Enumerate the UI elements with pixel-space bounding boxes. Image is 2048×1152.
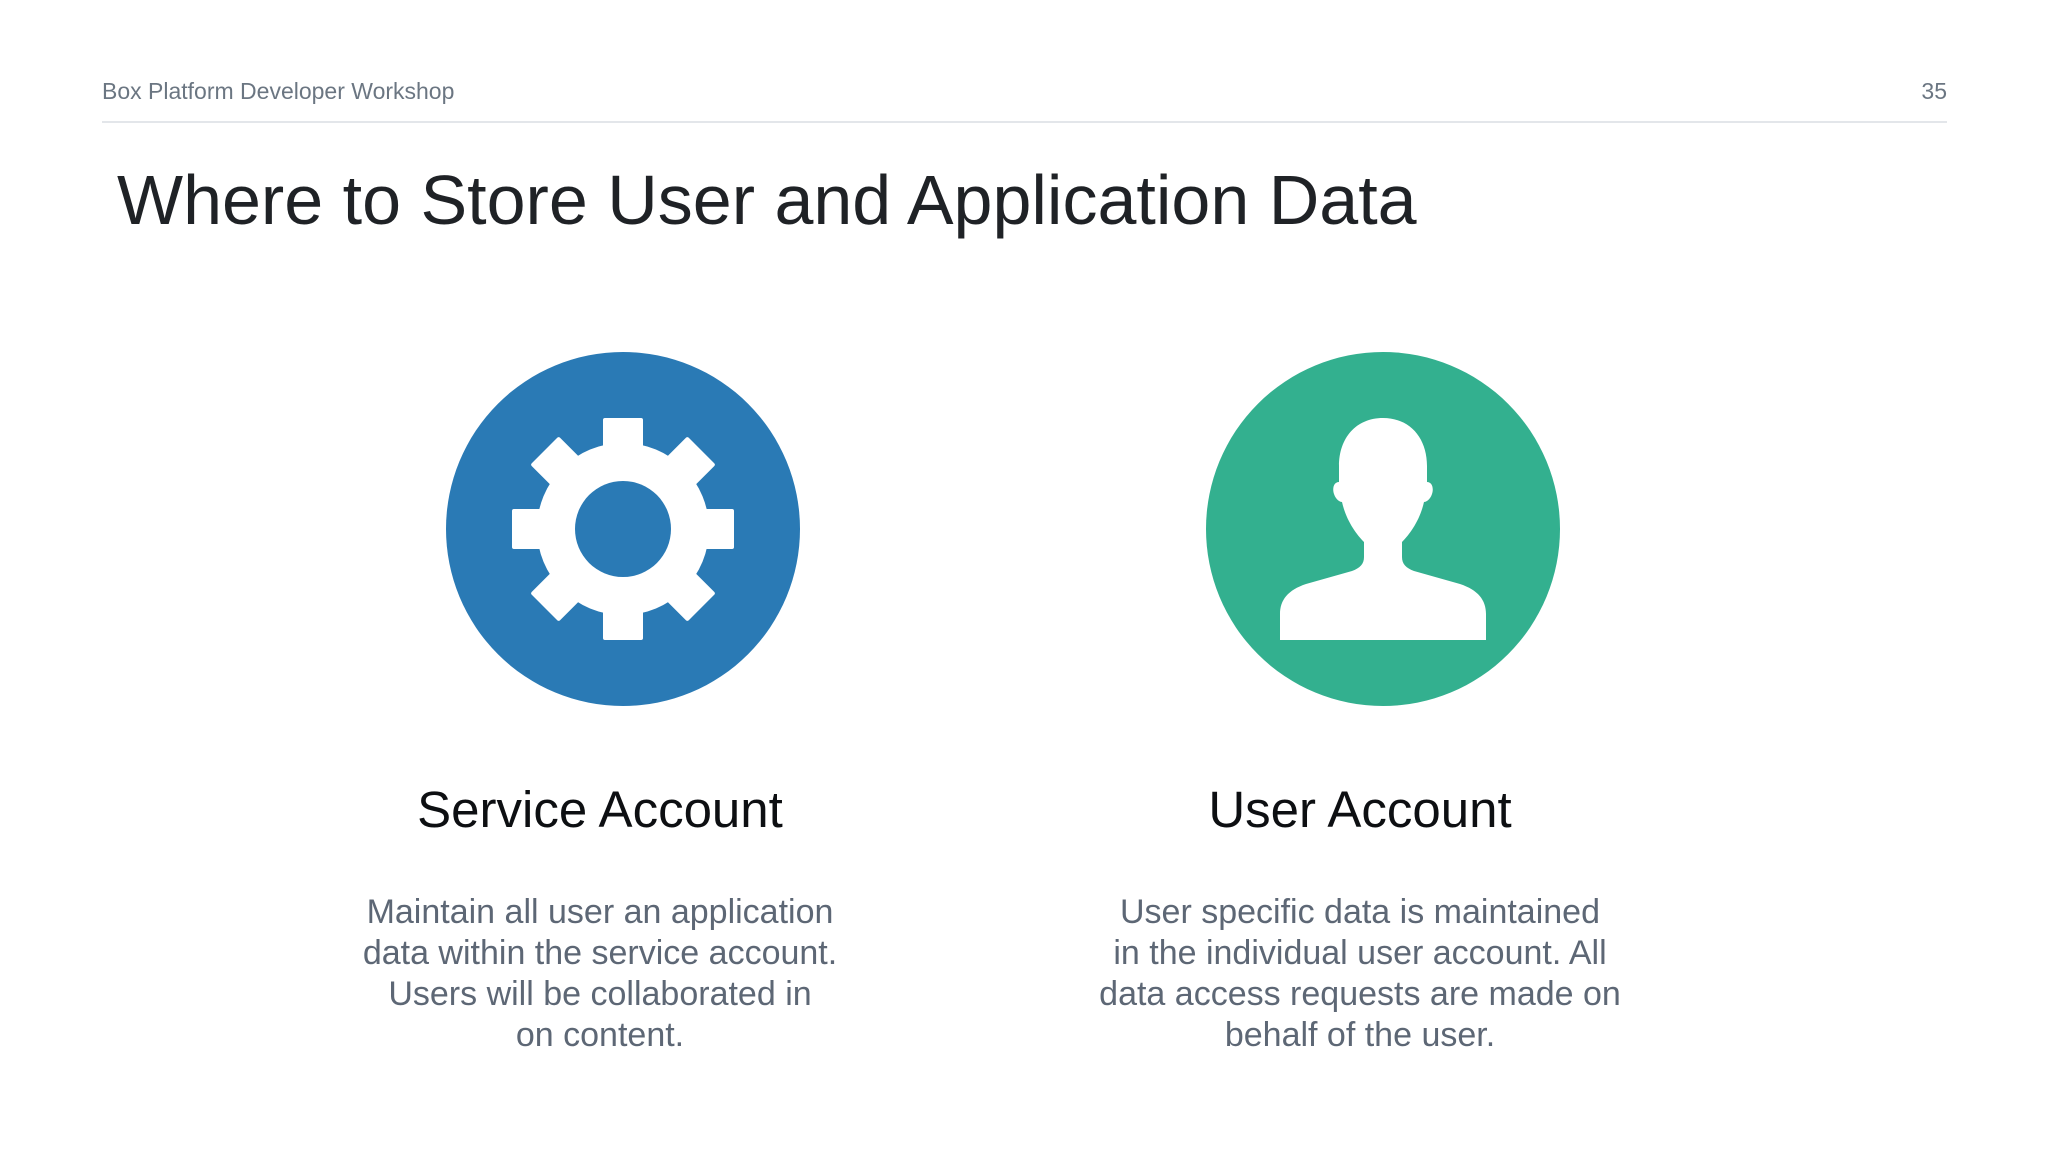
slide: Box Platform Developer Workshop 35 Where… bbox=[0, 0, 2048, 1152]
description-line: data within the service account. bbox=[362, 934, 838, 972]
description-line: data access requests are made on bbox=[1099, 975, 1621, 1013]
user-account-description: User specific data is maintained in the … bbox=[1080, 892, 1640, 1056]
description-line: Users will be collaborated in bbox=[388, 975, 812, 1013]
description-line: Maintain all user an application bbox=[366, 893, 834, 931]
service-account-description: Maintain all user an application data wi… bbox=[320, 892, 880, 1056]
user-account-card: User Account User specific data is maint… bbox=[1099, 340, 1666, 1100]
service-account-card: Service Account Maintain all user an app… bbox=[330, 340, 890, 1100]
service-account-title: Service Account bbox=[417, 781, 783, 838]
description-line: behalf of the user. bbox=[1224, 1016, 1496, 1054]
user-icon bbox=[1206, 352, 1560, 706]
slide-number: 35 bbox=[1921, 78, 1947, 104]
header-title: Box Platform Developer Workshop bbox=[102, 78, 455, 104]
description-line: User specific data is maintained bbox=[1119, 893, 1600, 931]
description-line: on content. bbox=[515, 1016, 685, 1054]
user-account-icon-badge bbox=[1206, 352, 1560, 706]
user-account-title: User Account bbox=[1208, 781, 1512, 838]
header-divider bbox=[102, 121, 1947, 123]
page-title: Where to Store User and Application Data bbox=[117, 161, 1417, 239]
gear-icon bbox=[446, 352, 800, 706]
description-line: in the individual user account. All bbox=[1113, 934, 1607, 972]
service-account-icon-badge bbox=[446, 352, 800, 706]
